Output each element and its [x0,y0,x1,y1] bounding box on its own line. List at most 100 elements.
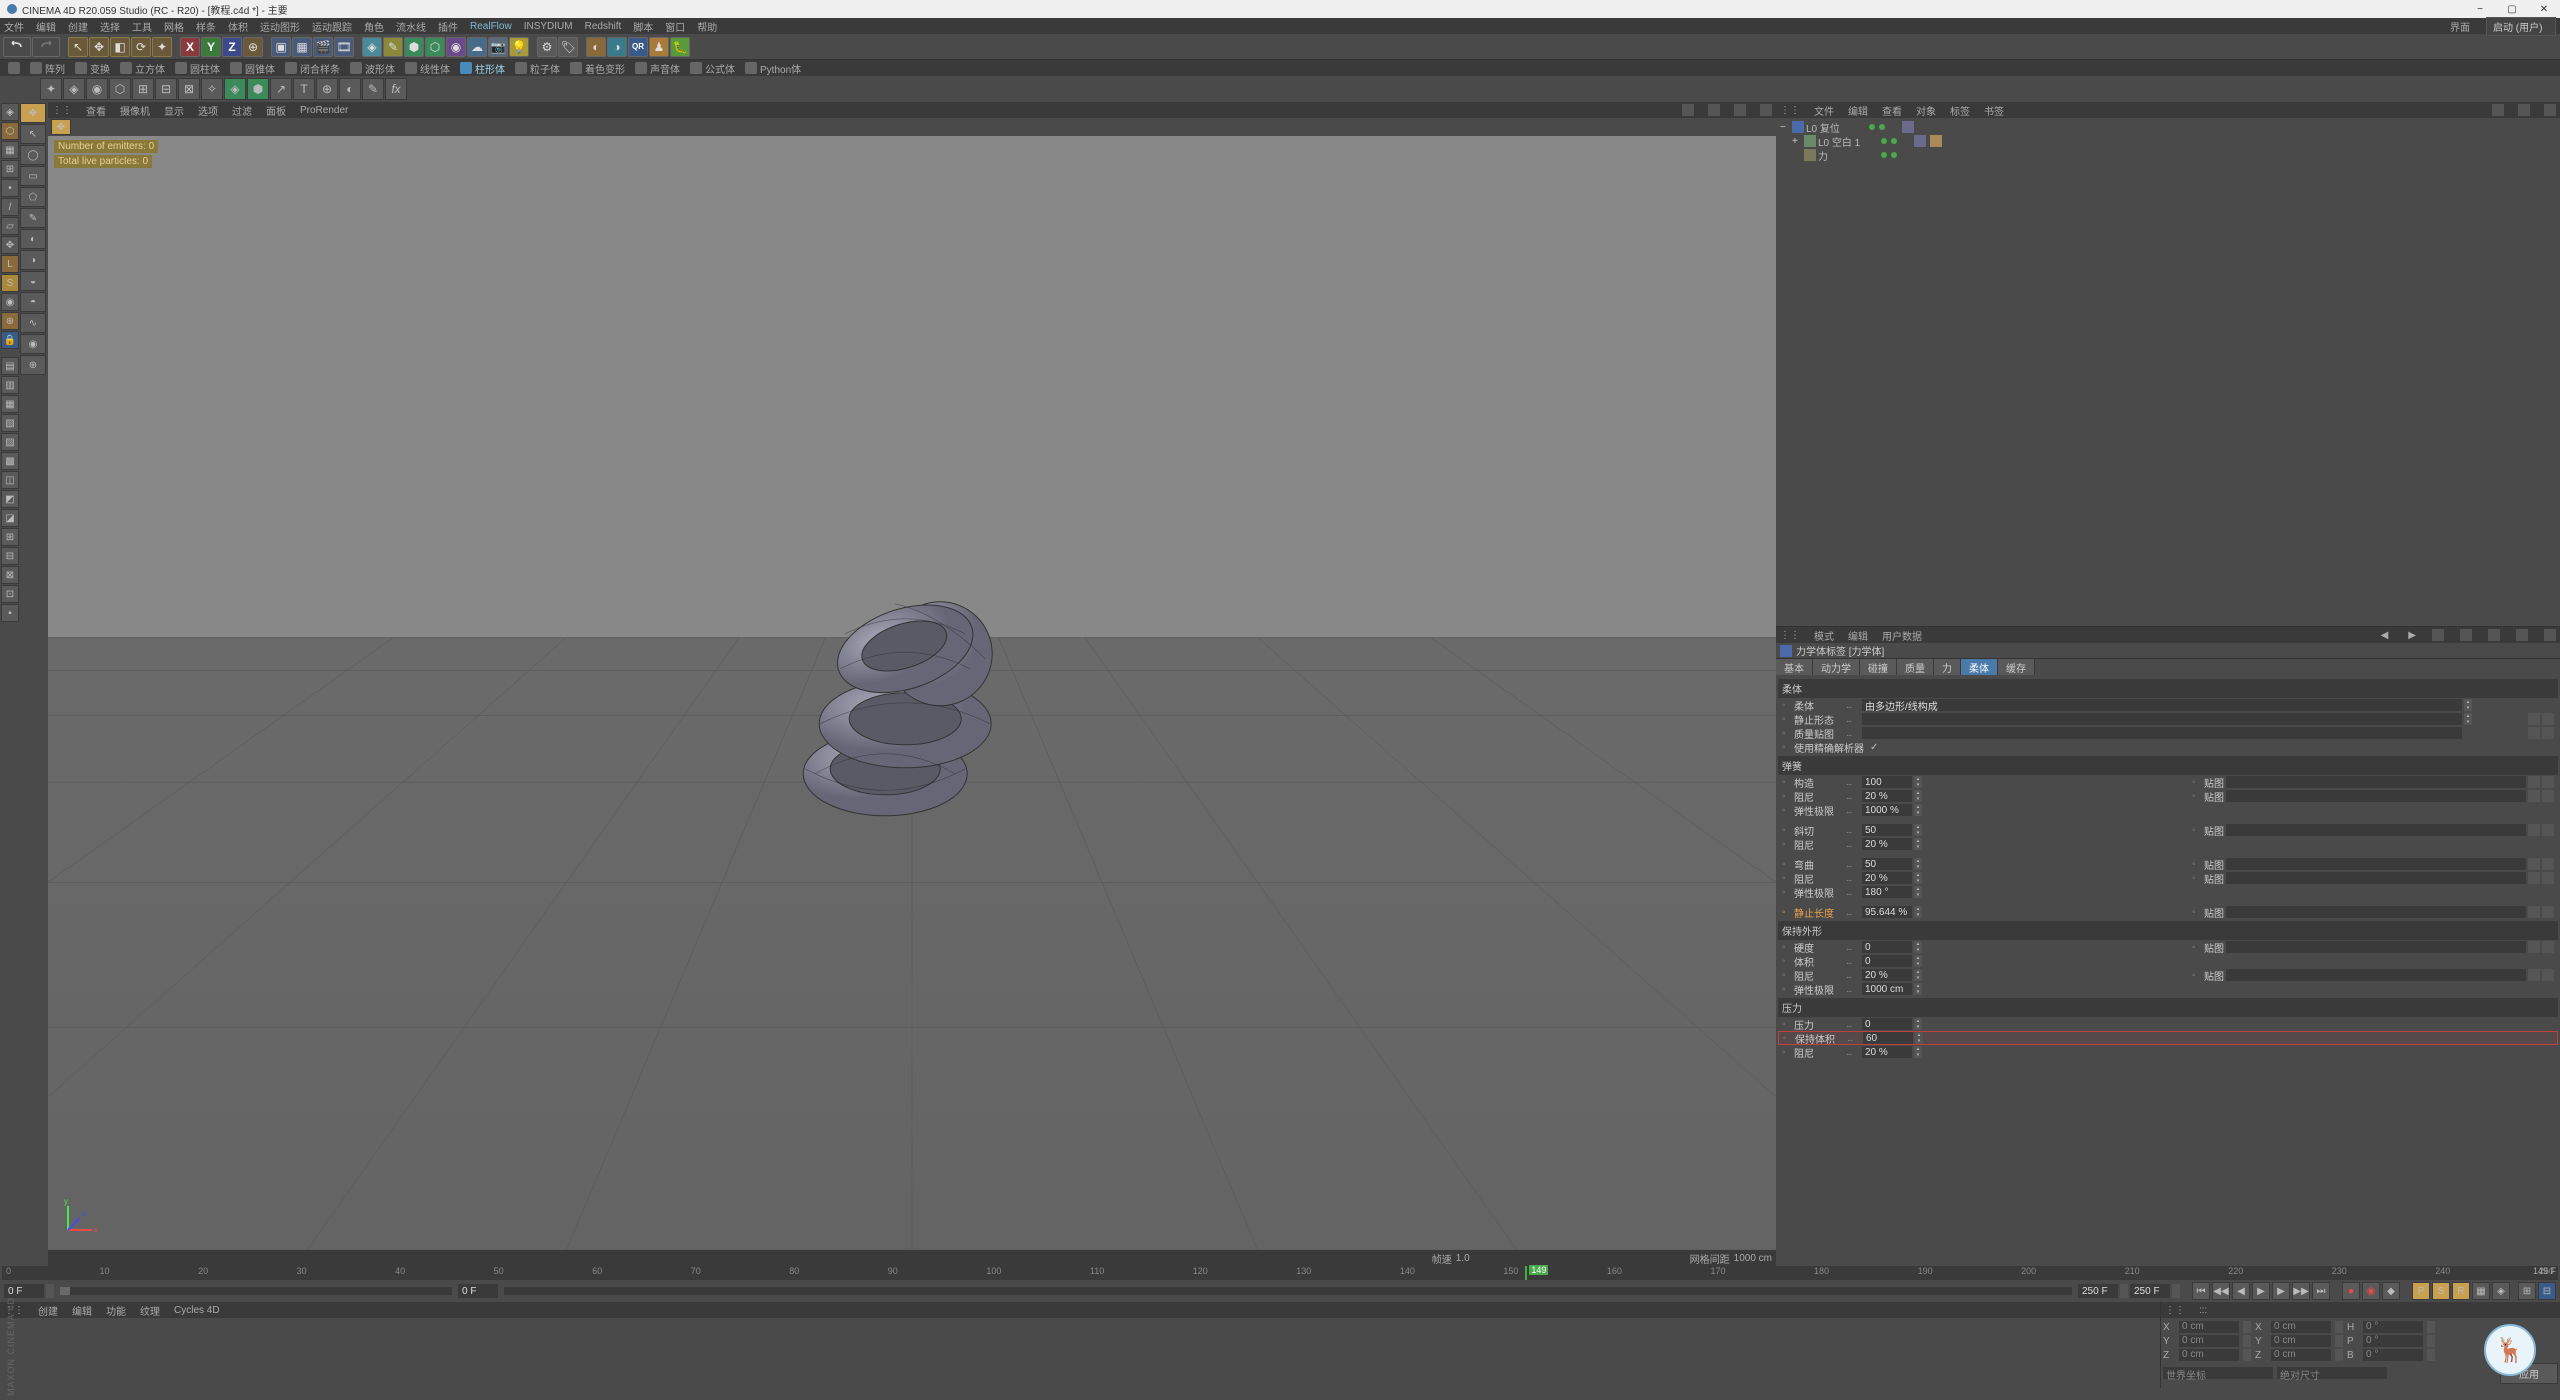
menu-volume[interactable]: 体积 [228,19,248,34]
lt-misc4[interactable]: ▧ [1,414,19,432]
tab-collision[interactable]: 碰撞 [1860,659,1897,675]
tb3-1[interactable]: ✦ [40,78,62,100]
menu-realflow[interactable]: RealFlow [470,21,512,32]
attr-body[interactable]: 柔体 ◦柔体... 由多边形/线构成 ▴▾ ◦静止形态... ▴▾ ◦质量贴图.… [1776,675,2560,1266]
tb3-8[interactable]: ✧ [201,78,223,100]
lt-misc11[interactable]: ⊟ [1,547,19,565]
mat-edit[interactable]: 编辑 [72,1303,92,1318]
attr-up-icon[interactable] [2432,629,2444,641]
attr-fwd-icon[interactable]: ▶ [2408,630,2416,641]
lt2-phong[interactable]: ◉ [20,334,46,354]
scale-z[interactable]: 0 cm [2271,1349,2331,1361]
menu-pipeline[interactable]: 流水线 [396,19,426,34]
key-scale-button[interactable]: S [2432,1282,2450,1300]
attr-lock-icon[interactable] [2488,629,2500,641]
om-tags[interactable]: 标签 [1950,103,1970,118]
tb2-linear[interactable]: 线性体 [401,61,454,76]
xpresso-button[interactable]: ⚙ [537,37,557,57]
timeline[interactable]: 01020 304050 607080 90100110 120130140 1… [2,1266,2558,1280]
tb2-cone[interactable]: 圆锥体 [226,61,279,76]
tb2-icon[interactable] [4,62,24,74]
pos-x[interactable]: 0 cm [2179,1321,2239,1333]
mat-func[interactable]: 功能 [106,1303,126,1318]
menu-help[interactable]: 帮助 [697,19,717,34]
tb3-13[interactable]: ⊕ [316,78,338,100]
tb3-7[interactable]: ⊠ [178,78,200,100]
key-pla-button[interactable]: ◈ [2492,1282,2510,1300]
menu-motiontrack[interactable]: 运动跟踪 [312,19,352,34]
render-settings-button[interactable]: 🎞 [334,37,354,57]
menu-mograph[interactable]: 运动图形 [260,19,300,34]
tb3-12[interactable]: T [293,78,315,100]
lt-polys[interactable]: ▱ [1,217,19,235]
plugin1-button[interactable]: ◐ [586,37,606,57]
tb2-cube[interactable]: 立方体 [116,61,169,76]
coord-scalemode-dd[interactable]: 绝对尺寸 [2277,1367,2387,1379]
om-file[interactable]: 文件 [1814,103,1834,118]
tb3-2[interactable]: ◈ [63,78,85,100]
tb2-particle[interactable]: 粒子体 [511,61,564,76]
menu-window[interactable]: 窗口 [665,19,685,34]
arrow-icon[interactable] [2528,713,2540,725]
key-rot-button[interactable]: R [2452,1282,2470,1300]
coord-world-dd[interactable]: 世界坐标 [2163,1367,2273,1379]
om-view[interactable]: 查看 [1882,103,1902,118]
menu-redshift[interactable]: Redshift [585,21,622,32]
obj-row-0[interactable]: − L0 复位 [1778,120,2558,134]
vp-nav1-icon[interactable] [1682,104,1694,116]
tb3-3[interactable]: ◉ [86,78,108,100]
lasttool-button[interactable]: ✦ [152,37,172,57]
tag-button[interactable]: 🏷 [558,37,578,57]
attr-opt-icon[interactable] [2516,629,2528,641]
generator2-button[interactable]: ⬡ [425,37,445,57]
camera-button[interactable]: 📷 [488,37,508,57]
tb2-circle[interactable]: 闭合样条 [281,61,344,76]
move-tool[interactable]: ✥ [89,37,109,57]
prev-frame-button[interactable]: ◀ [2232,1282,2250,1300]
lt2-move[interactable]: ✥ [20,103,46,123]
lt-axis[interactable]: ✥ [1,236,19,254]
tab-cache[interactable]: 缓存 [1998,659,2035,675]
viewport-canvas[interactable]: Number of emitters: 0 Total live particl… [48,136,1776,1250]
scale-y[interactable]: 0 cm [2271,1335,2331,1347]
cur-frame[interactable]: 0 F [458,1284,498,1298]
tab-force[interactable]: 力 [1934,659,1961,675]
attr-mode[interactable]: 模式 [1814,628,1834,643]
pos-y[interactable]: 0 cm [2179,1335,2239,1347]
lt-misc9[interactable]: ◪ [1,509,19,527]
tb2-sound[interactable]: 声音体 [631,61,684,76]
coord-system-button[interactable]: ⊕ [243,37,263,57]
select-tool[interactable]: ↖ [68,37,88,57]
next-key-button[interactable]: ▶▶ [2292,1282,2310,1300]
om-bookmarks[interactable]: 书签 [1984,103,2004,118]
record-button[interactable]: ● [2342,1282,2360,1300]
undo-button[interactable] [3,37,31,57]
lt2-fill[interactable]: ◓ [20,292,46,312]
lt-misc5[interactable]: ▨ [1,433,19,451]
menu-spline[interactable]: 样条 [196,19,216,34]
lt-softsel[interactable]: ◉ [1,293,19,311]
tb2-shader[interactable]: 着色变形 [566,61,629,76]
tb2-python[interactable]: Python体 [741,61,805,76]
plugin3-button[interactable]: QR [628,37,648,57]
vp-nav2-icon[interactable] [1708,104,1720,116]
lt-misc7[interactable]: ◫ [1,471,19,489]
vpmenu-filter[interactable]: 过滤 [232,103,252,118]
menu-mesh[interactable]: 网格 [164,19,184,34]
lt2-brush[interactable]: ✎ [20,208,46,228]
render-region-button[interactable]: ▦ [292,37,312,57]
tb3-15[interactable]: ✎ [362,78,384,100]
lt-worldcoord[interactable]: ⊕ [1,312,19,330]
plugin4-button[interactable]: ♟ [649,37,669,57]
vpmenu-options[interactable]: 选项 [198,103,218,118]
axis-z-toggle[interactable]: Z [222,37,242,57]
maximize-button[interactable]: ▢ [2496,0,2528,18]
lt-lock[interactable]: 🔒 [1,331,19,349]
scale-tool[interactable]: ◧ [110,37,130,57]
vpmenu-camera[interactable]: 摄像机 [120,103,150,118]
keymode1-button[interactable]: ⊞ [2518,1282,2536,1300]
tb3-16[interactable]: fx [385,78,407,100]
pos-z[interactable]: 0 cm [2179,1349,2239,1361]
menu-script[interactable]: 脚本 [633,19,653,34]
autokey-button[interactable]: ◉ [2362,1282,2380,1300]
